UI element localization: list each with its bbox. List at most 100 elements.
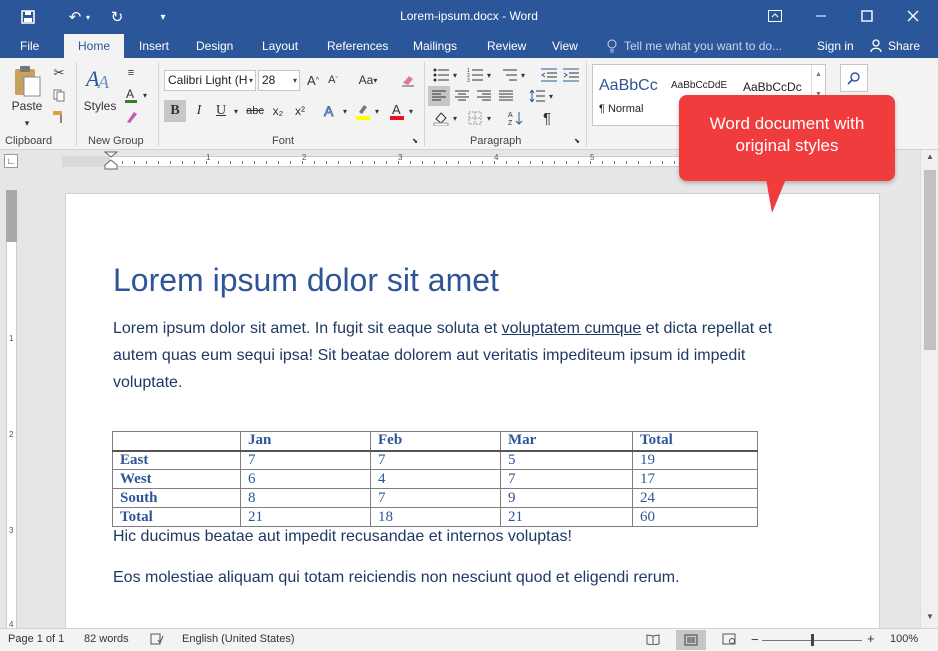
underline-dropdown-icon[interactable]: ▾ xyxy=(230,100,242,122)
superscript-button[interactable]: x² xyxy=(290,100,310,122)
tab-view[interactable]: View xyxy=(542,34,588,58)
ribbon-display-options-icon[interactable] xyxy=(752,0,798,32)
tab-home[interactable]: Home xyxy=(64,34,124,58)
font-name-combo[interactable]: Calibri Light (H ▾ xyxy=(164,70,256,91)
bullets-icon[interactable] xyxy=(430,66,452,84)
shrink-font-icon[interactable]: Aˇ xyxy=(324,70,342,90)
decrease-indent-icon[interactable] xyxy=(538,66,560,84)
strikethrough-button[interactable]: abc xyxy=(244,100,266,122)
font-color-a-icon[interactable]: A xyxy=(122,86,140,104)
table-cell[interactable]: 7 xyxy=(500,469,633,489)
table-cell[interactable]: 7 xyxy=(370,488,501,508)
paragraph-1[interactable]: Lorem ipsum dolor sit amet. In fugit sit… xyxy=(113,315,843,396)
increase-indent-icon[interactable] xyxy=(560,66,582,84)
scroll-up-icon[interactable]: ▲ xyxy=(921,152,938,166)
styles-icon[interactable]: AA xyxy=(84,64,114,94)
text-effects-dropdown-icon[interactable]: ▾ xyxy=(340,100,350,122)
document-page[interactable]: Lorem ipsum dolor sit amet Lorem ipsum d… xyxy=(65,193,880,628)
print-layout-button[interactable] xyxy=(676,630,706,650)
maximize-icon[interactable] xyxy=(844,0,890,32)
paragraph-2[interactable]: Hic ducimus beatae aut impedit recusanda… xyxy=(113,523,572,550)
font-size-combo[interactable]: 28 ▾ xyxy=(258,70,300,91)
zoom-level[interactable]: 100% xyxy=(890,633,918,645)
tab-references[interactable]: References xyxy=(317,34,398,58)
table-cell[interactable]: 5 xyxy=(500,450,633,470)
table-row-label[interactable]: West xyxy=(112,469,241,489)
table-header-cell[interactable]: Jan xyxy=(240,431,371,452)
italic-button[interactable]: I xyxy=(188,100,210,122)
style-sample-no-spacing[interactable]: AaBbCcDdE xyxy=(671,80,727,91)
paragraph-3[interactable]: Eos molestiae aliquam qui totam reiciend… xyxy=(113,564,680,591)
share-button[interactable]: Share xyxy=(888,34,920,58)
tell-me-input[interactable]: Tell me what you want to do... xyxy=(624,34,782,58)
table-cell[interactable]: 7 xyxy=(370,450,501,470)
table-cell[interactable]: 8 xyxy=(240,488,371,508)
zoom-in-icon[interactable]: + xyxy=(867,631,875,646)
highlight-icon[interactable] xyxy=(122,108,140,126)
table-cell[interactable]: 17 xyxy=(632,469,758,489)
page-count[interactable]: Page 1 of 1 xyxy=(8,633,64,645)
paste-dropdown-icon[interactable]: ▾ xyxy=(19,118,35,128)
table-cell[interactable]: 9 xyxy=(500,488,633,508)
borders-icon[interactable] xyxy=(464,108,486,128)
sign-in-link[interactable]: Sign in xyxy=(817,34,854,58)
bullets-dropdown-icon[interactable]: ▾ xyxy=(450,66,460,84)
tab-design[interactable]: Design xyxy=(186,34,243,58)
tab-insert[interactable]: Insert xyxy=(129,34,179,58)
web-layout-icon[interactable] xyxy=(722,633,736,648)
table-cell[interactable]: 60 xyxy=(632,507,758,527)
shading-dropdown-icon[interactable]: ▾ xyxy=(450,108,460,128)
table-header-cell[interactable]: Mar xyxy=(500,431,633,452)
dialog-launcher-icon[interactable]: ⬊ xyxy=(410,136,420,146)
table-cell[interactable]: 24 xyxy=(632,488,758,508)
line-spacing-icon[interactable] xyxy=(526,86,548,106)
language-status[interactable]: English (United States) xyxy=(182,633,295,645)
table-cell[interactable]: 7 xyxy=(240,450,371,470)
table-cell[interactable]: 6 xyxy=(240,469,371,489)
data-table[interactable]: Jan Feb Mar Total East 7 7 5 19 West 6 4 7 17 South 8 7 9… xyxy=(112,431,758,527)
table-header-cell[interactable] xyxy=(112,431,241,452)
word-count[interactable]: 82 words xyxy=(84,633,129,645)
line-spacing-dropdown-icon[interactable]: ▾ xyxy=(546,86,556,106)
tab-selector-icon[interactable]: ∟ xyxy=(4,154,18,168)
zoom-slider-thumb[interactable] xyxy=(811,634,814,646)
close-icon[interactable] xyxy=(890,0,936,32)
align-right-button[interactable] xyxy=(473,86,495,106)
table-cell[interactable]: 19 xyxy=(632,450,758,470)
multilevel-dropdown-icon[interactable]: ▾ xyxy=(518,66,528,84)
bold-button[interactable]: B xyxy=(164,100,186,122)
scroll-thumb[interactable] xyxy=(924,170,936,350)
table-row-label[interactable]: South xyxy=(112,488,241,508)
indent-marker-icon[interactable] xyxy=(104,151,118,173)
text-effects-icon[interactable]: A xyxy=(320,100,342,122)
tab-file[interactable]: File xyxy=(10,34,49,58)
underline-button[interactable]: U xyxy=(210,100,232,122)
format-painter-icon[interactable] xyxy=(50,108,68,126)
paste-clipboard-icon[interactable] xyxy=(10,64,44,98)
dialog-launcher-icon[interactable]: ⬊ xyxy=(572,136,582,146)
show-formatting-marks-icon[interactable]: ¶ xyxy=(536,108,558,128)
find-search-button[interactable] xyxy=(840,64,868,92)
styles-button[interactable]: Styles xyxy=(80,98,120,114)
table-row-label[interactable]: East xyxy=(112,450,241,470)
grow-font-icon[interactable]: A ^ xyxy=(304,70,322,90)
highlight-dropdown-icon[interactable]: ▾ xyxy=(372,100,382,122)
style-sample-title[interactable]: AaBbCc xyxy=(599,77,658,95)
copy-icon[interactable] xyxy=(50,86,68,104)
subscript-button[interactable]: x₂ xyxy=(268,100,288,122)
table-cell[interactable]: 4 xyxy=(370,469,501,489)
change-case-button[interactable]: Aa ▾ xyxy=(356,70,380,90)
align-left-button[interactable] xyxy=(428,86,450,106)
borders-dropdown-icon[interactable]: ▾ xyxy=(484,108,494,128)
vertical-ruler[interactable] xyxy=(6,190,17,628)
paragraph-format-icon[interactable]: ≡ xyxy=(122,64,140,82)
scroll-down-icon[interactable]: ▼ xyxy=(921,612,938,626)
font-color-dropdown-icon[interactable]: ▾ xyxy=(140,86,150,104)
tab-review[interactable]: Review xyxy=(477,34,536,58)
document-heading[interactable]: Lorem ipsum dolor sit amet xyxy=(113,262,499,299)
tab-mailings[interactable]: Mailings xyxy=(403,34,467,58)
justify-button[interactable] xyxy=(495,86,517,106)
numbering-dropdown-icon[interactable]: ▾ xyxy=(484,66,494,84)
text-highlight-color-icon[interactable] xyxy=(352,100,374,122)
sort-icon[interactable]: AZ xyxy=(505,108,527,128)
